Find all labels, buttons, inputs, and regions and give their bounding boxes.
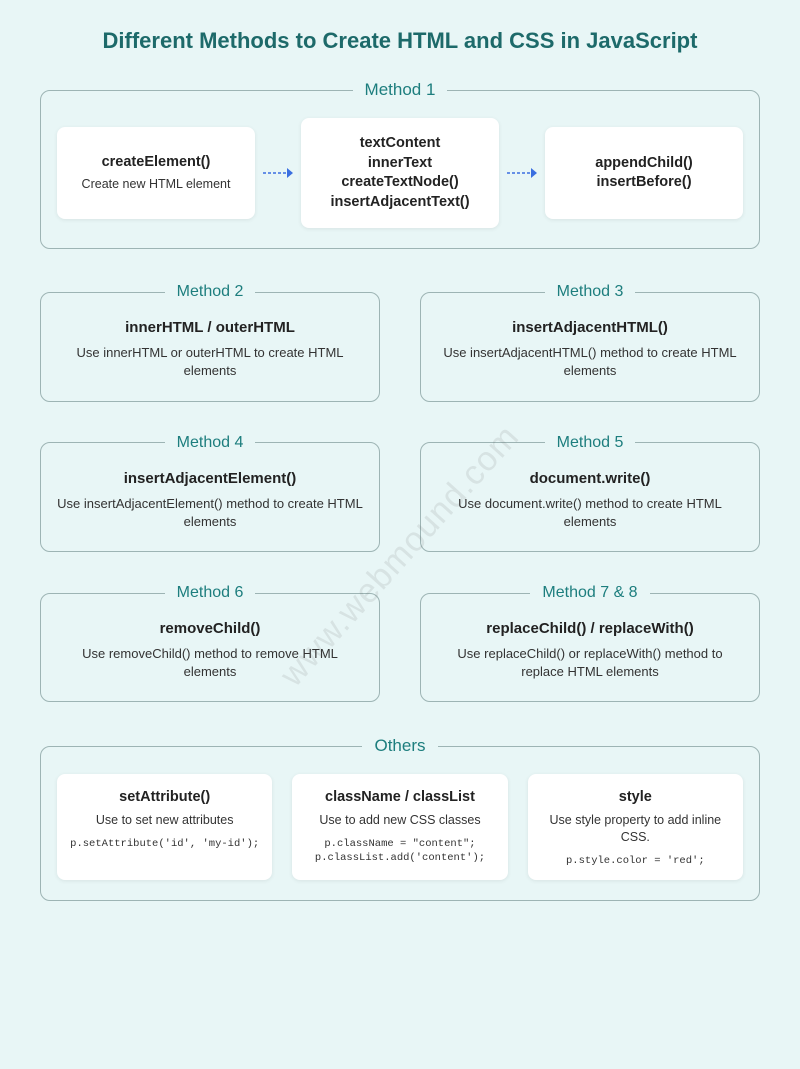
others-1-desc: Use to add new CSS classes bbox=[302, 812, 497, 829]
others-0-desc: Use to set new attributes bbox=[67, 812, 262, 829]
method-4-desc: Use insertAdjacentElement() method to cr… bbox=[55, 495, 365, 531]
method-4-group: Method 4 insertAdjacentElement() Use ins… bbox=[40, 434, 380, 552]
method-3-title: insertAdjacentHTML() bbox=[435, 319, 745, 336]
step2-line1: innerText bbox=[313, 154, 487, 174]
others-row: setAttribute() Use to set new attributes… bbox=[57, 774, 743, 879]
step2-line0: textContent bbox=[313, 134, 487, 154]
method-7-8-legend: Method 7 & 8 bbox=[530, 584, 649, 602]
others-1-code: p.className = "content"; p.classList.add… bbox=[302, 837, 497, 865]
others-0-code: p.setAttribute('id', 'my-id'); bbox=[67, 837, 262, 851]
method-7-8-desc: Use replaceChild() or replaceWith() meth… bbox=[435, 645, 745, 681]
method-2-group: Method 2 innerHTML / outerHTML Use inner… bbox=[40, 283, 380, 401]
others-legend: Others bbox=[362, 736, 437, 756]
arrow-icon bbox=[505, 166, 539, 180]
arrow-icon bbox=[261, 166, 295, 180]
method-5-group: Method 5 document.write() Use document.w… bbox=[420, 434, 760, 552]
step1-desc: Create new HTML element bbox=[69, 176, 243, 193]
method-1-group: Method 1 createElement() Create new HTML… bbox=[40, 80, 760, 249]
others-2-desc: Use style property to add inline CSS. bbox=[538, 812, 733, 846]
others-classname: className / classList Use to add new CSS… bbox=[292, 774, 507, 879]
method-5-legend: Method 5 bbox=[545, 434, 636, 452]
method-2-desc: Use innerHTML or outerHTML to create HTM… bbox=[55, 344, 365, 380]
method-6-title: removeChild() bbox=[55, 620, 365, 637]
step-text-methods: textContent innerText createTextNode() i… bbox=[301, 118, 499, 228]
method-1-legend: Method 1 bbox=[353, 80, 448, 100]
others-setattribute: setAttribute() Use to set new attributes… bbox=[57, 774, 272, 879]
method-5-desc: Use document.write() method to create HT… bbox=[435, 495, 745, 531]
method-3-desc: Use insertAdjacentHTML() method to creat… bbox=[435, 344, 745, 380]
others-2-title: style bbox=[538, 788, 733, 808]
others-1-title: className / classList bbox=[302, 788, 497, 808]
method-2-legend: Method 2 bbox=[165, 283, 256, 301]
others-style: style Use style property to add inline C… bbox=[528, 774, 743, 879]
method-6-legend: Method 6 bbox=[165, 584, 256, 602]
step-append-methods: appendChild() insertBefore() bbox=[545, 127, 743, 219]
step2-line2: createTextNode() bbox=[313, 173, 487, 193]
method-3-legend: Method 3 bbox=[545, 283, 636, 301]
method-6-group: Method 6 removeChild() Use removeChild()… bbox=[40, 584, 380, 702]
method-4-legend: Method 4 bbox=[165, 434, 256, 452]
others-0-title: setAttribute() bbox=[67, 788, 262, 808]
others-group: Others setAttribute() Use to set new att… bbox=[40, 736, 760, 900]
method-3-group: Method 3 insertAdjacentHTML() Use insert… bbox=[420, 283, 760, 401]
page-title: Different Methods to Create HTML and CSS… bbox=[40, 28, 760, 54]
method-7-8-group: Method 7 & 8 replaceChild() / replaceWit… bbox=[420, 584, 760, 702]
step3-line1: insertBefore() bbox=[557, 173, 731, 193]
step3-line0: appendChild() bbox=[557, 154, 731, 174]
step1-title: createElement() bbox=[69, 153, 243, 173]
method-1-flow: createElement() Create new HTML element … bbox=[57, 118, 743, 228]
methods-grid: Method 2 innerHTML / outerHTML Use inner… bbox=[40, 283, 760, 702]
method-4-title: insertAdjacentElement() bbox=[55, 470, 365, 487]
method-7-8-title: replaceChild() / replaceWith() bbox=[435, 620, 745, 637]
step2-line3: insertAdjacentText() bbox=[313, 193, 487, 213]
method-2-title: innerHTML / outerHTML bbox=[55, 319, 365, 336]
method-6-desc: Use removeChild() method to remove HTML … bbox=[55, 645, 365, 681]
method-5-title: document.write() bbox=[435, 470, 745, 487]
others-2-code: p.style.color = 'red'; bbox=[538, 854, 733, 868]
step-create-element: createElement() Create new HTML element bbox=[57, 127, 255, 219]
